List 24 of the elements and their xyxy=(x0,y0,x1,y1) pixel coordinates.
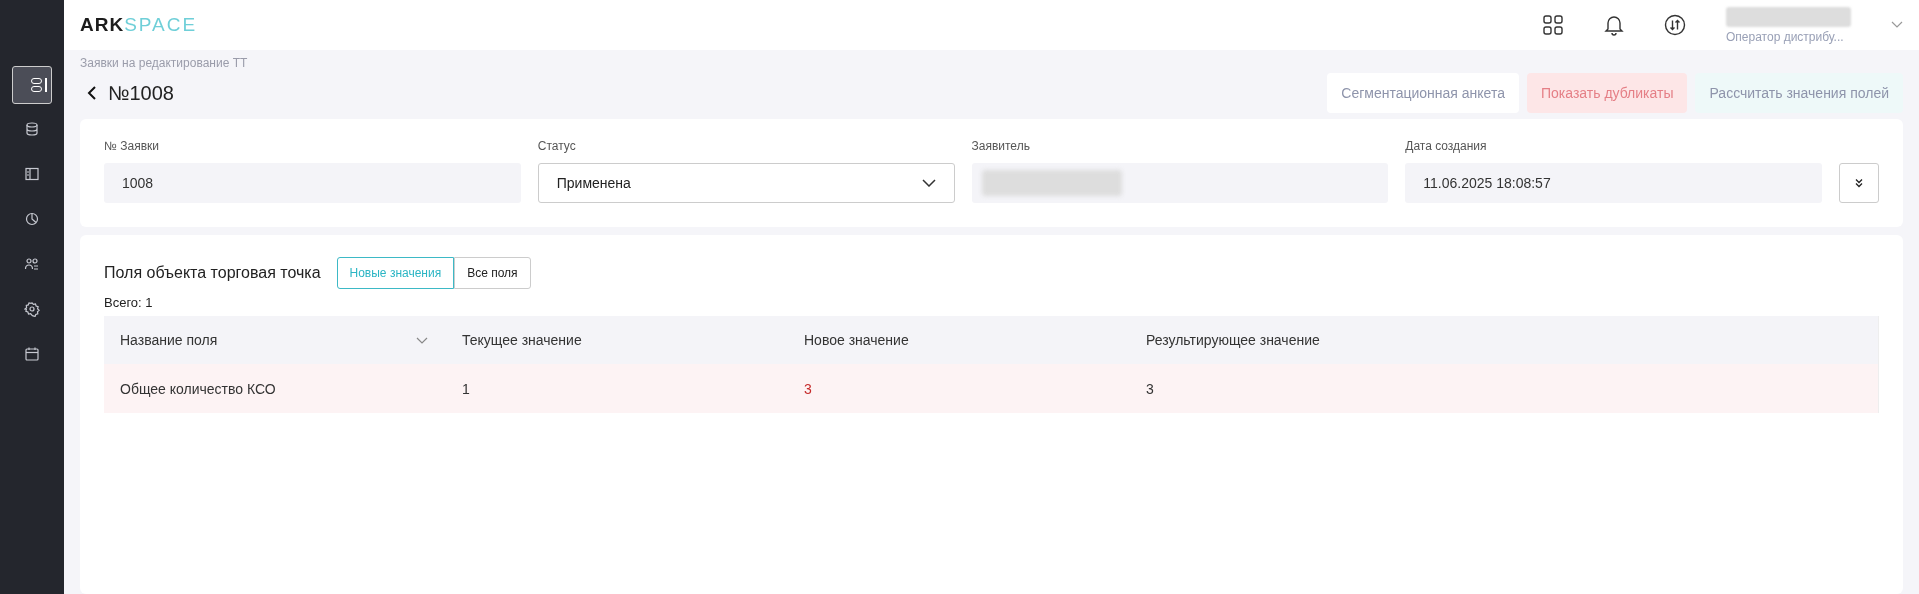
column-header: Название поля xyxy=(120,332,218,348)
section-title: Поля объекта торговая точка xyxy=(104,264,321,282)
table-cell: 3 xyxy=(804,380,812,397)
column-header: Результирующее значение xyxy=(1146,332,1320,348)
column-header: Текущее значение xyxy=(462,332,582,348)
column-header: Новое значение xyxy=(804,332,909,348)
field-label: Дата создания xyxy=(1405,139,1488,153)
status-select[interactable]: Применена xyxy=(537,163,955,203)
field-label: № Заявки xyxy=(104,139,160,153)
field-label: Заявитель xyxy=(971,139,1031,153)
table-cell: 3 xyxy=(1146,380,1154,397)
logo[interactable]: ARKSPACE xyxy=(80,14,198,36)
breadcrumb[interactable]: Заявки на редактирование ТТ xyxy=(80,56,1903,70)
readonly-field: 11.06.2025 18:08:57 xyxy=(1405,163,1822,203)
page-title: №1008 xyxy=(108,81,174,105)
readonly-field: 1008 xyxy=(104,163,521,203)
filter-tab[interactable]: Новые значения xyxy=(336,257,455,289)
field-label: Статус xyxy=(537,139,577,153)
action-button[interactable]: Сегментационная анкета xyxy=(1327,73,1519,113)
total-count: Всего: 1 xyxy=(104,295,154,310)
filter-tab[interactable]: Все поля xyxy=(454,257,531,289)
table-cell: 1 xyxy=(462,380,470,397)
user-role: Оператор дистрибу... xyxy=(1726,29,1844,44)
table-cell: Общее количество КСО xyxy=(120,380,276,397)
